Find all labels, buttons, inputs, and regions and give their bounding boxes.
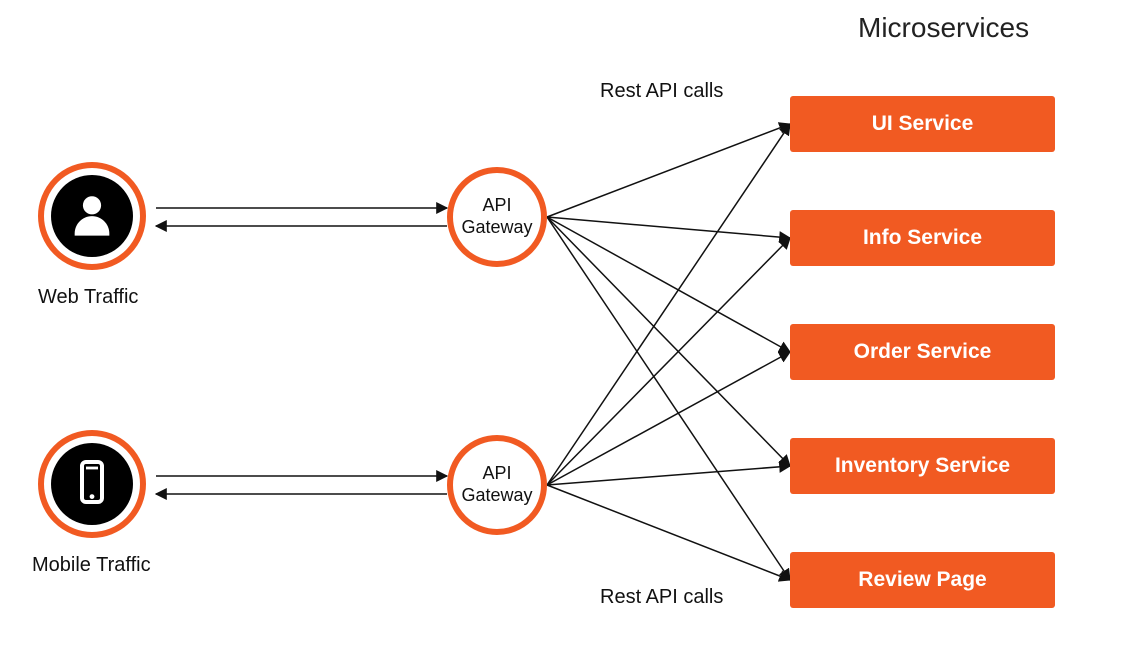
service-box-ui: UI Service bbox=[790, 96, 1055, 152]
client-web-inner bbox=[51, 175, 133, 257]
client-mobile-inner bbox=[51, 443, 133, 525]
edge-label-bottom: Rest API calls bbox=[600, 586, 723, 609]
diagram-stage: Microservices Web Traffic Mobile Traffic… bbox=[0, 0, 1133, 668]
client-web-label: Web Traffic bbox=[38, 286, 138, 309]
edge-label-top: Rest API calls bbox=[600, 80, 723, 103]
service-box-inventory: Inventory Service bbox=[790, 438, 1055, 494]
client-mobile-label: Mobile Traffic bbox=[32, 554, 151, 577]
service-label: Review Page bbox=[858, 568, 986, 592]
user-icon bbox=[66, 188, 118, 245]
client-mobile-node bbox=[38, 430, 146, 538]
mobile-icon bbox=[68, 458, 116, 511]
service-label: Order Service bbox=[854, 340, 992, 364]
service-label: Inventory Service bbox=[835, 454, 1010, 478]
gateway-bottom-node: API Gateway bbox=[447, 435, 547, 535]
service-box-review: Review Page bbox=[790, 552, 1055, 608]
service-box-info: Info Service bbox=[790, 210, 1055, 266]
service-label: Info Service bbox=[863, 226, 982, 250]
client-web-node bbox=[38, 162, 146, 270]
gateway-top-node: API Gateway bbox=[447, 167, 547, 267]
service-label: UI Service bbox=[872, 112, 974, 136]
service-box-order: Order Service bbox=[790, 324, 1055, 380]
diagram-title: Microservices bbox=[858, 12, 1029, 44]
